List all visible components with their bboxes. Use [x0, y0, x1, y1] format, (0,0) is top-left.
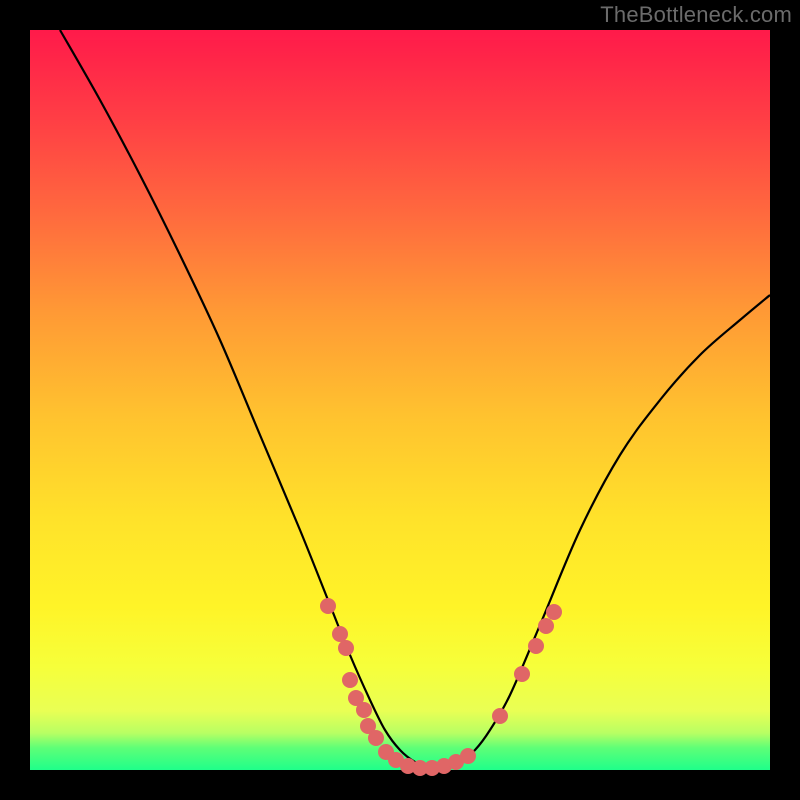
curve-svg: [30, 30, 770, 770]
plot-area: [30, 30, 770, 770]
data-marker: [538, 618, 554, 634]
data-marker: [320, 598, 336, 614]
data-marker: [368, 730, 384, 746]
watermark-text: TheBottleneck.com: [600, 2, 792, 28]
marker-group: [320, 598, 562, 776]
data-marker: [338, 640, 354, 656]
data-marker: [492, 708, 508, 724]
bottleneck-curve: [60, 30, 770, 769]
data-marker: [332, 626, 348, 642]
data-marker: [528, 638, 544, 654]
chart-frame: TheBottleneck.com: [0, 0, 800, 800]
data-marker: [546, 604, 562, 620]
data-marker: [460, 748, 476, 764]
data-marker: [342, 672, 358, 688]
data-marker: [356, 702, 372, 718]
data-marker: [514, 666, 530, 682]
